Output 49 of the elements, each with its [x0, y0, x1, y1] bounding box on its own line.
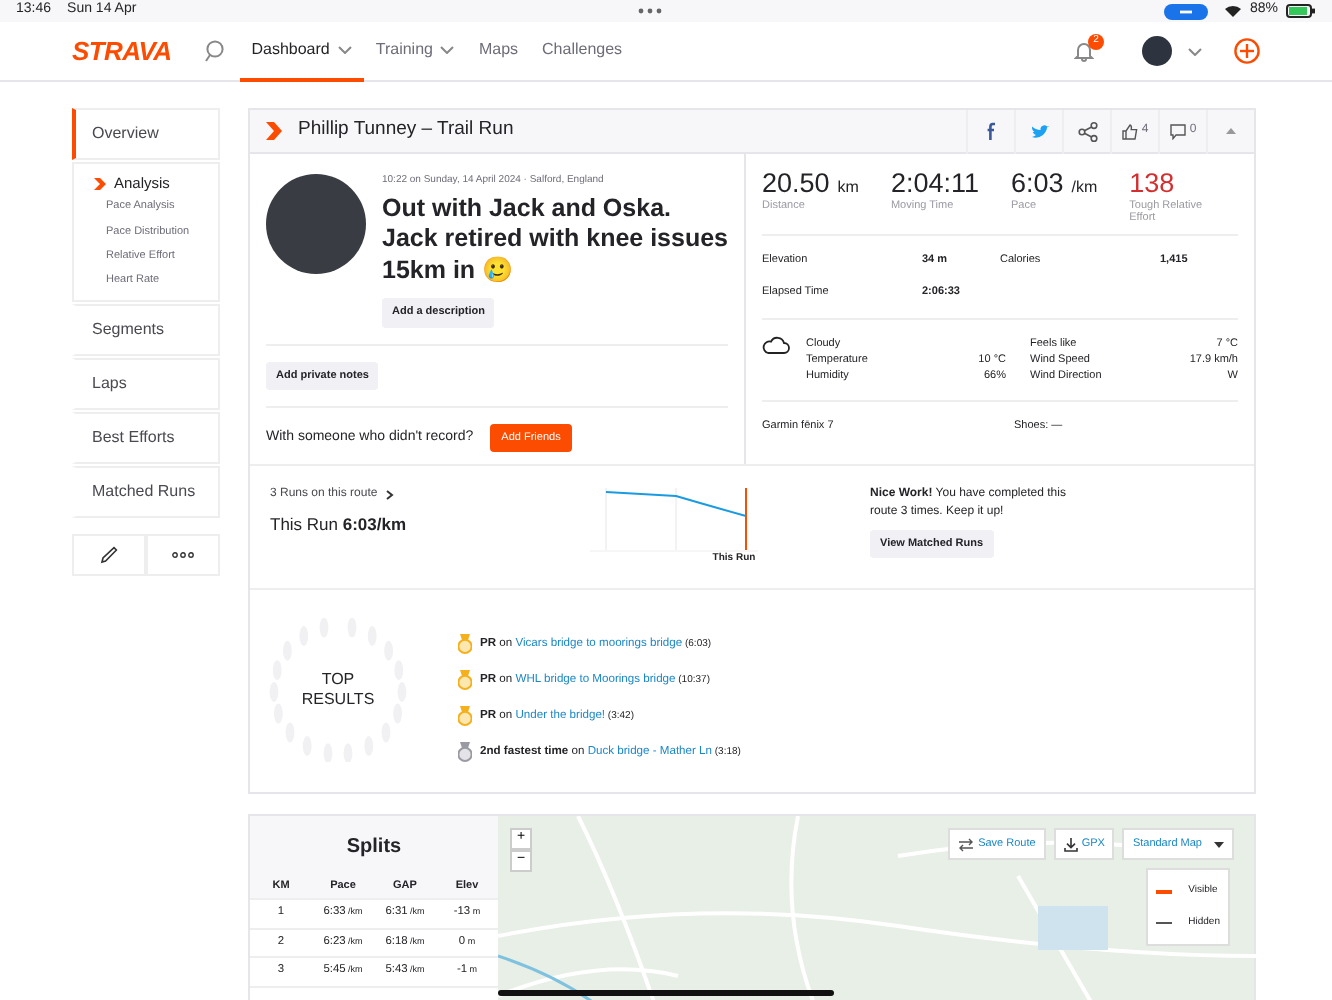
add-icon[interactable] [1234, 38, 1260, 64]
chevron-down-icon[interactable] [1188, 47, 1202, 55]
download-icon [1063, 837, 1078, 852]
sidebar-item[interactable]: Segments [72, 304, 220, 357]
sidebar-item[interactable]: Laps [72, 358, 220, 411]
splits-title: Splits [250, 816, 498, 874]
nav-tab[interactable]: Maps [466, 21, 531, 81]
photo-placeholder [266, 174, 366, 274]
medal-icon [458, 670, 472, 690]
sidebar-item[interactable]: Best Efforts [72, 412, 220, 465]
chevron-right-icon [94, 177, 106, 190]
more-dots-icon [172, 552, 194, 559]
route-arrows-icon [958, 837, 975, 852]
battery-icon [1286, 4, 1316, 18]
comment-icon [1169, 123, 1186, 139]
sidebar-item[interactable]: Matched Runs [72, 466, 220, 519]
bird-icon [1029, 123, 1049, 139]
strava-logo[interactable]: STRAVA [72, 31, 172, 71]
this-run-pace: This Run 6:03/km [270, 512, 409, 538]
thumbs-up-icon [1121, 123, 1138, 139]
caret-up-icon [1226, 128, 1236, 134]
chevron-right-icon [385, 490, 394, 500]
activity-title: Out with Jack and Oska. Jack retired with knee issues 15km in 🥲 [382, 193, 728, 287]
stat-value: 2:04:11 [890, 170, 979, 200]
edit-button[interactable] [72, 534, 146, 577]
top-results-title: TOP RESULTS [299, 669, 377, 711]
nav-tab[interactable]: Training [363, 21, 467, 81]
medal-icon [458, 634, 472, 654]
medal-icon [458, 742, 472, 762]
cloud-icon [762, 335, 790, 354]
chevron-right-icon [266, 122, 282, 140]
more-options-button[interactable] [146, 534, 220, 577]
wifi-icon [1223, 4, 1242, 18]
search-icon[interactable] [203, 40, 224, 62]
medal-icon [458, 706, 472, 726]
pencil-icon [100, 546, 118, 565]
stat-value: 138 [1129, 170, 1177, 200]
caret-down-icon [1214, 841, 1224, 848]
more-dots-icon [638, 8, 663, 14]
avatar[interactable] [1142, 36, 1172, 66]
activity-header-title: Phillip Tunney – Trail Run [298, 116, 514, 145]
share-icon [1077, 121, 1097, 141]
stat-value: 6:03 /km [1010, 170, 1098, 200]
letter-f-icon [986, 122, 996, 140]
stat-value: 20.50 km [762, 170, 859, 200]
nav-tab[interactable]: Challenges [530, 21, 635, 81]
nav-tab[interactable]: Dashboard [239, 21, 364, 81]
sidebar-item[interactable]: Overview [72, 108, 220, 160]
bell-icon[interactable] [1074, 39, 1094, 62]
